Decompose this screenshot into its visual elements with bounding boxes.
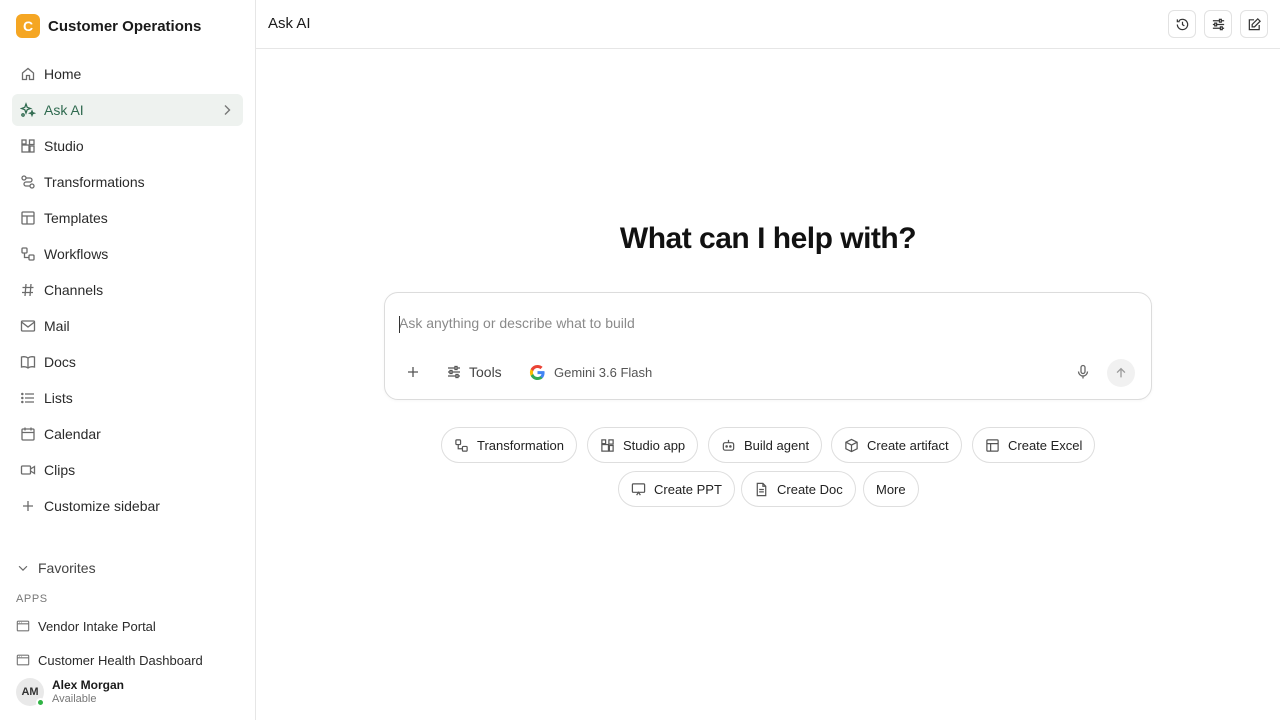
- sidebar-item-label: Customize sidebar: [44, 498, 160, 514]
- workspace-logo: C: [16, 14, 40, 38]
- tools-button[interactable]: Tools: [446, 364, 502, 380]
- favorites-label: Favorites: [38, 560, 96, 576]
- sidebar-item-transformations[interactable]: Transformations: [12, 166, 243, 198]
- chip-create-excel[interactable]: Create Excel: [972, 427, 1096, 463]
- sparkle-icon: [20, 102, 36, 118]
- video-icon: [20, 462, 36, 478]
- chip-create-doc[interactable]: Create Doc: [741, 471, 856, 507]
- sidebar-item-label: Lists: [44, 390, 73, 406]
- sidebar-item-docs[interactable]: Docs: [12, 346, 243, 378]
- chip-studio-app[interactable]: Studio app: [587, 427, 699, 463]
- calendar-icon: [20, 426, 36, 442]
- send-button[interactable]: [1107, 359, 1135, 387]
- prompt-composer: Tools Gemini 3.6 Flash: [384, 292, 1152, 400]
- plus-icon: [405, 364, 421, 380]
- mail-icon: [20, 318, 36, 334]
- sidebar-item-label: Mail: [44, 318, 70, 334]
- user-status: Available: [52, 693, 97, 705]
- prompt-input[interactable]: [399, 315, 1099, 331]
- microphone-icon: [1075, 364, 1091, 380]
- sidebar-item-label: Transformations: [44, 174, 145, 190]
- sidebar-item-calendar[interactable]: Calendar: [12, 418, 243, 450]
- chip-build-agent[interactable]: Build agent: [708, 427, 823, 463]
- sidebar: C Customer Operations Home Ask AI Studio…: [0, 0, 256, 720]
- sidebar-item-label: Calendar: [44, 426, 101, 442]
- plus-icon: [20, 498, 36, 514]
- chip-more[interactable]: More: [863, 471, 919, 507]
- user-name: Alex Morgan: [52, 678, 125, 692]
- sidebar-item-mail[interactable]: Mail: [12, 310, 243, 342]
- sidebar-item-workflows[interactable]: Workflows: [12, 238, 243, 270]
- home-icon: [20, 66, 36, 82]
- app-window-icon: [16, 619, 30, 633]
- top-bar: Ask AI: [256, 0, 1280, 49]
- user-profile[interactable]: AM Alex Morgan Available: [16, 678, 125, 707]
- google-icon: [529, 364, 546, 381]
- chevron-down-icon: [16, 561, 30, 575]
- sidebar-item-label: Clips: [44, 462, 76, 478]
- sidebar-item-studio[interactable]: Studio: [12, 130, 243, 162]
- sidebar-item-clips[interactable]: Clips: [12, 454, 243, 486]
- sidebar-item-home[interactable]: Home: [12, 58, 243, 90]
- tools-label: Tools: [469, 364, 502, 380]
- app-item-label: Customer Health Dashboard: [38, 652, 203, 668]
- attach-button[interactable]: [405, 364, 421, 380]
- sliders-icon: [1211, 17, 1226, 32]
- workflow-icon: [20, 246, 36, 262]
- chip-transformation[interactable]: Transformation: [441, 427, 577, 463]
- app-window-icon: [16, 653, 30, 667]
- document-icon: [754, 482, 769, 497]
- model-label: Gemini 3.6 Flash: [554, 365, 653, 380]
- sidebar-item-label: Home: [44, 66, 82, 82]
- app-item-label: Vendor Intake Portal: [38, 618, 156, 634]
- sidebar-item-label: Workflows: [44, 246, 109, 262]
- sidebar-item-label: Channels: [44, 282, 104, 298]
- app-item-customer-health-dashboard[interactable]: Customer Health Dashboard: [16, 650, 203, 670]
- model-selector[interactable]: Gemini 3.6 Flash: [529, 364, 652, 381]
- history-button[interactable]: [1168, 10, 1196, 38]
- presence-indicator: [36, 698, 45, 707]
- headline: What can I help with?: [619, 222, 917, 255]
- voice-input-button[interactable]: [1075, 364, 1091, 380]
- hash-icon: [20, 282, 36, 298]
- chip-create-ppt[interactable]: Create PPT: [618, 471, 735, 507]
- sidebar-item-label: Ask AI: [44, 102, 84, 118]
- sidebar-item-label: Templates: [44, 210, 108, 226]
- template-icon: [20, 210, 36, 226]
- box-icon: [844, 438, 859, 453]
- sidebar-item-templates[interactable]: Templates: [12, 202, 243, 234]
- sidebar-item-label: Studio: [44, 138, 84, 154]
- arrow-up-icon: [1114, 366, 1128, 380]
- chevron-right-icon: [219, 102, 235, 121]
- page-title: Ask AI: [268, 15, 311, 32]
- settings-button[interactable]: [1204, 10, 1232, 38]
- studio-icon: [20, 138, 36, 154]
- table-icon: [985, 438, 1000, 453]
- new-chat-button[interactable]: [1240, 10, 1268, 38]
- list-icon: [20, 390, 36, 406]
- sidebar-item-label: Docs: [44, 354, 76, 370]
- studio-icon: [600, 438, 615, 453]
- sidebar-item-lists[interactable]: Lists: [12, 382, 243, 414]
- book-icon: [20, 354, 36, 370]
- presentation-icon: [631, 482, 646, 497]
- sidebar-nav: Home Ask AI Studio Transformations Templ…: [12, 58, 243, 526]
- edit-icon: [1247, 17, 1262, 32]
- transform-icon: [454, 438, 469, 453]
- workspace-name: Customer Operations: [48, 17, 202, 35]
- app-item-vendor-intake-portal[interactable]: Vendor Intake Portal: [16, 616, 156, 636]
- apps-heading: APPS: [16, 593, 48, 605]
- workspace-switcher[interactable]: C Customer Operations: [16, 14, 201, 38]
- bot-icon: [721, 438, 736, 453]
- favorites-toggle[interactable]: Favorites: [16, 558, 96, 578]
- text-caret: [399, 316, 400, 333]
- sidebar-item-ask-ai[interactable]: Ask AI: [12, 94, 243, 126]
- chip-create-artifact[interactable]: Create artifact: [831, 427, 962, 463]
- sliders-icon: [446, 364, 462, 380]
- sidebar-item-customize[interactable]: Customize sidebar: [12, 490, 243, 522]
- avatar: AM: [16, 678, 45, 707]
- transform-icon: [20, 174, 36, 190]
- sidebar-item-channels[interactable]: Channels: [12, 274, 243, 306]
- history-icon: [1175, 17, 1190, 32]
